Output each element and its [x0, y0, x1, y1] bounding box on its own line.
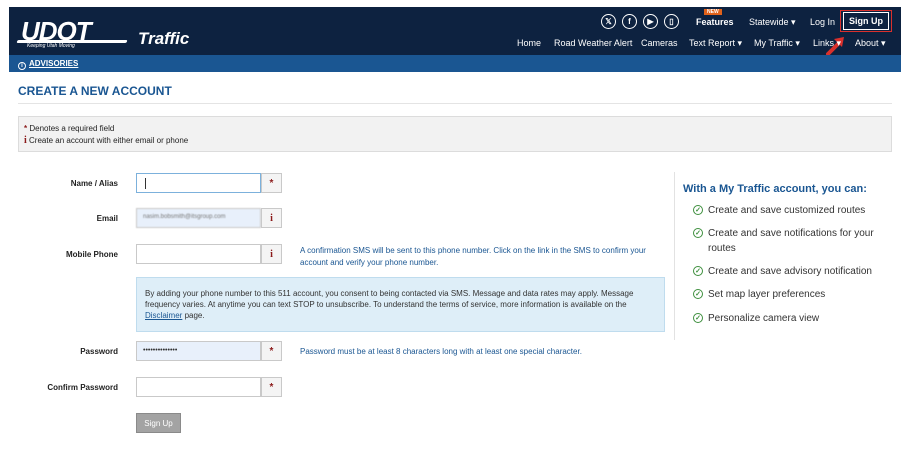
password-hint: Password must be at least 8 characters l… [300, 347, 582, 356]
confirm-password-required-addon: * [261, 377, 282, 397]
benefit-text: Set map layer preferences [708, 289, 826, 300]
required-note-text: Denotes a required field [29, 124, 115, 133]
benefit-text: Create and save notifications for your r… [708, 228, 874, 254]
mobile-app-icon[interactable]: ▯ [664, 14, 679, 29]
site-header: UDOT Keeping Utah Moving Traffic 𝕏 f ▶ ▯… [9, 7, 901, 56]
check-circle-icon: ✓ [693, 266, 703, 276]
phone-label: Mobile Phone [66, 250, 118, 259]
features-link[interactable]: Features [696, 17, 734, 27]
disclaimer-link[interactable]: Disclaimer [145, 311, 182, 320]
name-required-addon: * [261, 173, 282, 193]
info-icon: i [24, 135, 27, 146]
advisories-bar: i ADVISORIES [9, 55, 901, 72]
youtube-icon[interactable]: ▶ [643, 14, 658, 29]
app-name: Traffic [138, 29, 190, 48]
benefits-title: With a My Traffic account, you can: [683, 183, 867, 195]
email-label: Email [96, 214, 118, 223]
advisories-link[interactable]: i ADVISORIES [18, 59, 78, 70]
benefit-text: Personalize camera view [708, 313, 820, 324]
info-icon: i [270, 248, 273, 260]
page-title: CREATE A NEW ACCOUNT [18, 84, 172, 98]
sms-consent-notice: By adding your phone number to this 511 … [136, 277, 665, 332]
nav-cameras[interactable]: Cameras [641, 38, 678, 48]
nav-links-label: Links [813, 38, 835, 48]
nav-my-traffic-label: My Traffic [754, 38, 793, 48]
chevron-down-icon: ▾ [737, 38, 743, 48]
nav-text-report[interactable]: Text Report ▾ [689, 38, 742, 49]
required-asterisk-icon: * [24, 124, 28, 133]
confirm-password-label: Confirm Password [47, 383, 118, 392]
password-label: Password [80, 347, 118, 356]
benefit-item: ✓ Set map layer preferences [693, 287, 893, 302]
chevron-down-icon: ▾ [795, 38, 800, 48]
benefit-text: Create and save advisory notification [708, 266, 872, 277]
facebook-icon[interactable]: f [622, 14, 637, 29]
nav-road-weather-alert[interactable]: Road Weather Alert [554, 38, 632, 48]
nav-my-traffic[interactable]: My Traffic ▾ [754, 38, 800, 49]
name-input[interactable] [136, 173, 261, 193]
check-circle-icon: ✓ [693, 289, 703, 299]
info-icon: i [18, 62, 26, 70]
check-circle-icon: ✓ [693, 205, 703, 215]
name-label: Name / Alias [70, 179, 118, 188]
required-asterisk-icon: * [269, 381, 274, 393]
benefit-item: ✓ Personalize camera view [693, 311, 893, 326]
logo-tagline: Keeping Utah Moving [27, 43, 75, 49]
confirm-password-input[interactable] [136, 377, 261, 397]
contact-note-text: Create an account with either email or p… [29, 136, 189, 145]
required-asterisk-icon: * [269, 177, 274, 189]
phone-info-addon: i [261, 244, 282, 264]
contact-note: i Create an account with either email or… [24, 135, 188, 146]
statewide-dropdown[interactable]: Statewide ▾ [749, 17, 796, 28]
required-note: * Denotes a required field [24, 124, 114, 133]
signup-highlight-box: Sign Up [840, 10, 892, 32]
text-caret [145, 178, 146, 189]
advisories-label: ADVISORIES [29, 59, 79, 68]
nav-links[interactable]: Links ▾ [813, 38, 841, 49]
nav-text-report-label: Text Report [689, 38, 736, 48]
benefit-text: Create and save customized routes [708, 205, 866, 216]
chevron-down-icon: ▾ [791, 17, 796, 27]
signup-submit-button[interactable]: Sign Up [136, 413, 181, 433]
info-icon: i [270, 212, 273, 224]
email-input[interactable]: nasim.bobsmith@itsgroup.com [136, 208, 261, 228]
form-notes: * Denotes a required field i Create an a… [18, 116, 892, 152]
nav-about[interactable]: About ▾ [855, 38, 886, 49]
divider [18, 103, 892, 104]
phone-hint: A confirmation SMS will be sent to this … [300, 246, 646, 267]
new-badge: NEW [704, 9, 722, 15]
required-asterisk-icon: * [269, 345, 274, 357]
nav-home[interactable]: Home [517, 38, 541, 48]
benefit-item: ✓ Create and save advisory notification [693, 264, 893, 279]
benefit-item: ✓ Create and save notifications for your … [693, 226, 893, 256]
statewide-label: Statewide [749, 17, 789, 27]
chevron-down-icon: ▾ [881, 38, 886, 48]
consent-text: By adding your phone number to this 511 … [145, 289, 634, 309]
check-circle-icon: ✓ [693, 228, 703, 238]
consent-text-end: page. [182, 311, 205, 320]
nav-about-label: About [855, 38, 879, 48]
benefit-item: ✓ Create and save customized routes [693, 203, 893, 218]
phone-input[interactable] [136, 244, 261, 264]
column-divider [674, 172, 675, 340]
email-info-addon: i [261, 208, 282, 228]
x-icon[interactable]: 𝕏 [601, 14, 616, 29]
udot-logo[interactable]: UDOT Keeping Utah Moving Traffic [16, 14, 189, 50]
password-required-addon: * [261, 341, 282, 361]
password-input[interactable]: •••••••••••••• [136, 341, 261, 361]
signup-header-button[interactable]: Sign Up [843, 12, 889, 30]
chevron-down-icon: ▾ [836, 38, 842, 48]
login-link[interactable]: Log In [810, 17, 835, 27]
check-circle-icon: ✓ [693, 313, 703, 323]
